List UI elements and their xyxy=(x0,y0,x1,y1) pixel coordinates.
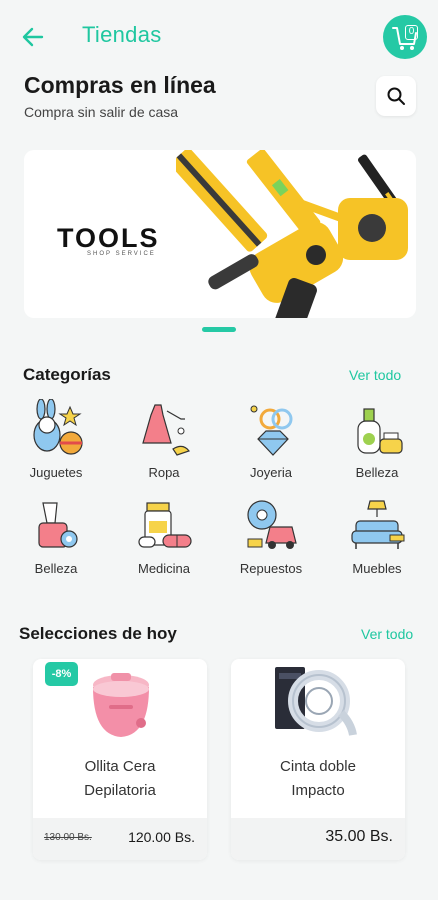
tools-illustration-icon xyxy=(176,150,408,318)
product-name: Ollita Cera Depilatoria xyxy=(84,758,156,799)
product-name: Cinta doble Impacto xyxy=(280,758,356,799)
section-heading: Compras en línea xyxy=(24,72,216,98)
category-toys[interactable]: Juguetes xyxy=(11,399,101,489)
medicine-icon xyxy=(138,502,192,548)
makeup-icon xyxy=(38,502,78,548)
today-see-all-link[interactable]: Ver todo xyxy=(361,626,413,642)
banner-tagline: SHOP SERVICE xyxy=(87,251,156,257)
category-jewelry[interactable]: Joyeria xyxy=(226,399,316,489)
cosmetics-icon xyxy=(357,408,403,454)
category-beauty-2[interactable]: Belleza xyxy=(11,495,101,585)
category-beauty[interactable]: Belleza xyxy=(332,399,422,489)
today-title: Selecciones de hoy xyxy=(19,624,177,643)
discount-badge: -8% xyxy=(45,662,78,686)
price-bar: 35.00 Bs. xyxy=(231,818,405,860)
categories-title: Categorías xyxy=(23,365,111,384)
categories-see-all-link[interactable]: Ver todo xyxy=(349,367,401,383)
category-clothes[interactable]: Ropa xyxy=(119,399,209,489)
carousel-indicator[interactable] xyxy=(202,327,236,332)
furniture-icon xyxy=(351,500,405,549)
back-arrow-icon[interactable] xyxy=(18,22,48,52)
product-card[interactable]: Cinta doble Impacto 35.00 Bs. xyxy=(231,659,405,860)
category-label: Muebles xyxy=(352,561,402,576)
promo-banner[interactable]: TOOLS SHOP SERVICE xyxy=(24,150,416,318)
dress-icon xyxy=(142,404,190,456)
price-bar: 130.00 Bs. 120.00 Bs. xyxy=(33,818,207,860)
category-label: Juguetes xyxy=(29,465,83,480)
double-sided-tape-image xyxy=(275,667,357,736)
search-button[interactable] xyxy=(376,76,416,116)
jewelry-icon xyxy=(250,405,293,456)
old-price: 130.00 Bs. xyxy=(44,832,92,843)
category-label: Medicina xyxy=(137,561,191,576)
category-medicine[interactable]: Medicina xyxy=(119,495,209,585)
section-subheading: Compra sin salir de casa xyxy=(24,104,179,120)
category-furniture[interactable]: Muebles xyxy=(332,495,422,585)
search-icon xyxy=(387,87,405,105)
product-card[interactable]: -8% Ollita Cera Depilatoria 130.00 Bs. 1… xyxy=(33,659,207,860)
wax-warmer-image xyxy=(93,673,149,737)
category-label: Belleza xyxy=(34,561,78,576)
category-car-parts[interactable]: Repuestos xyxy=(226,495,316,585)
category-label: Joyeria xyxy=(250,465,292,480)
cart-count-badge: 0 xyxy=(405,25,418,40)
category-label: Belleza xyxy=(355,465,399,480)
car-parts-icon xyxy=(247,500,297,549)
category-label: Ropa xyxy=(148,465,180,480)
price: 35.00 Bs. xyxy=(325,828,393,845)
price: 120.00 Bs. xyxy=(128,829,195,845)
banner-brand: TOOLS xyxy=(57,223,160,253)
category-label: Repuestos xyxy=(239,561,303,576)
page-title: Tiendas xyxy=(82,22,162,47)
top-bar: Tiendas 0 xyxy=(0,14,438,62)
toys-icon xyxy=(33,399,83,455)
cart-button[interactable]: 0 xyxy=(383,15,427,59)
